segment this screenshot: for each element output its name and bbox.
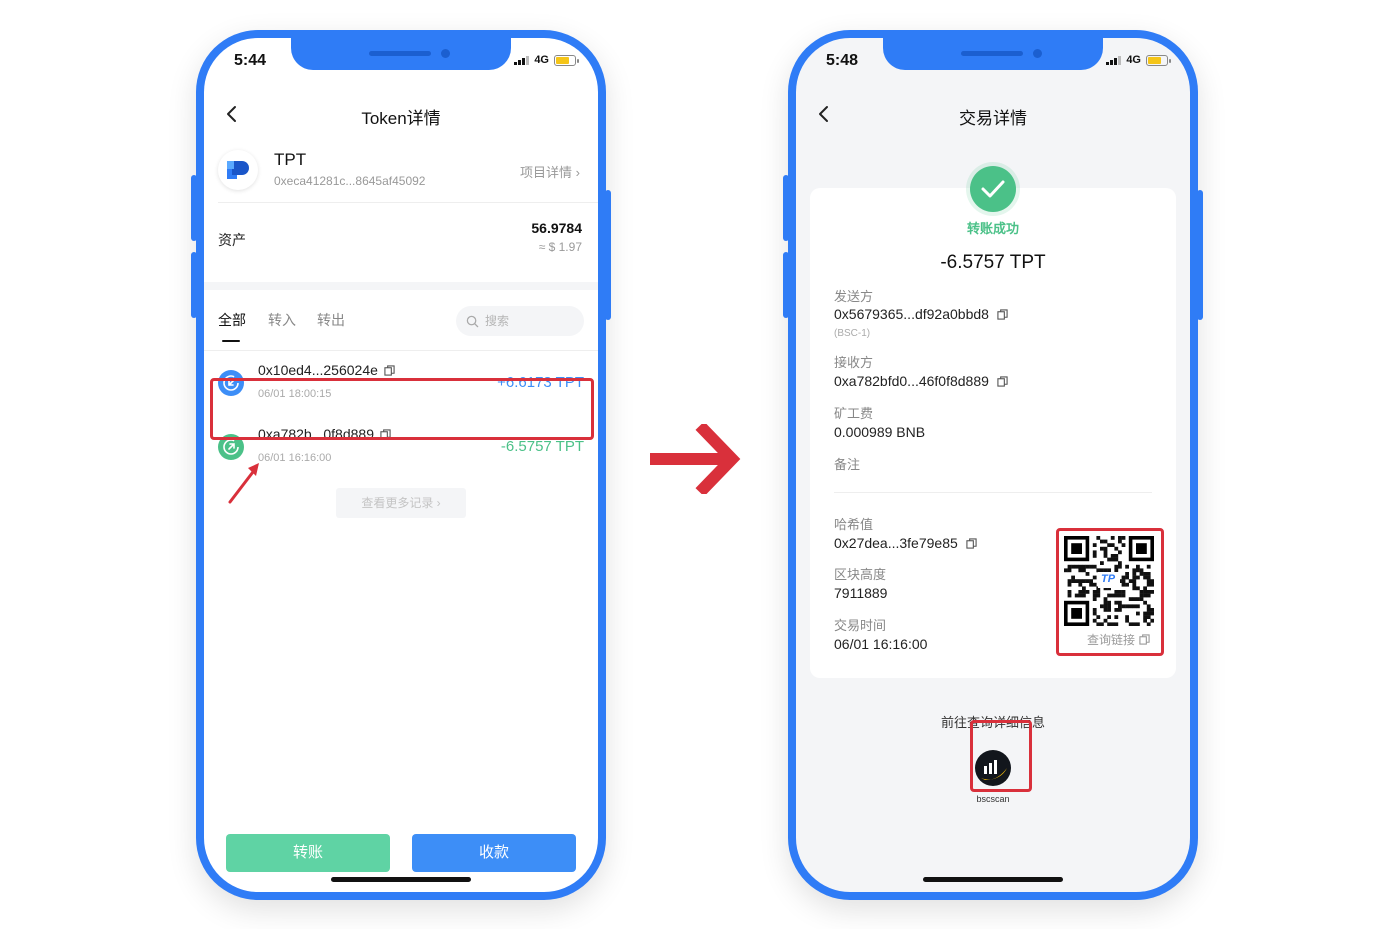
sender-network: (BSC-1) bbox=[834, 328, 871, 339]
success-check-icon bbox=[970, 166, 1016, 212]
bscscan-label: bscscan bbox=[976, 794, 1010, 804]
asset-label: 资产 bbox=[218, 232, 246, 248]
receiver-label: 接收方 bbox=[834, 355, 874, 370]
receiver-address: 0xa782bfd0...46f0f8d889 bbox=[834, 373, 1008, 389]
nav-bar: Token详情 bbox=[204, 92, 598, 136]
asset-amount: 56.9784 bbox=[531, 220, 582, 236]
action-buttons: 转账 收款 bbox=[226, 834, 576, 872]
battery-icon bbox=[1146, 54, 1171, 66]
block-height-value: 7911889 bbox=[834, 585, 888, 601]
tpt-logo-icon bbox=[218, 150, 258, 190]
right-phone-frame: 5:48 4G 交易详情 转账成功 -6.5757 TPT 发送方 0x5679… bbox=[783, 30, 1203, 900]
token-name: TPT bbox=[274, 150, 307, 169]
block-height-label: 区块高度 bbox=[834, 567, 887, 582]
hash-value-row: 0x27dea...3fe79e85 bbox=[834, 535, 977, 551]
tutorial-stage: 5:44 4G Token详情 TPT 0xeca41281c...8645af… bbox=[0, 0, 1391, 929]
tx-hash: 0x10ed4...256024e bbox=[258, 362, 378, 378]
nav-bar: 交易详情 bbox=[796, 92, 1190, 136]
hash-value: 0x27dea...3fe79e85 bbox=[834, 535, 958, 551]
signal-icon bbox=[1106, 55, 1122, 65]
token-address: 0xeca41281c...8645af45092 bbox=[274, 174, 426, 188]
transaction-row-incoming[interactable]: 0x10ed4...256024e 06/01 18:00:15 +6.6173… bbox=[204, 324, 598, 400]
memo-label: 备注 bbox=[834, 457, 861, 472]
status-time: 5:48 bbox=[826, 52, 859, 69]
project-details-link[interactable]: 项目详情 › bbox=[520, 162, 580, 181]
page-title: 交易详情 bbox=[959, 109, 1027, 128]
asset-row: 资产 56.9784 ≈ $ 1.97 bbox=[204, 208, 598, 270]
highlight-qr bbox=[1056, 528, 1164, 656]
signal-icon bbox=[514, 55, 530, 65]
copy-icon[interactable] bbox=[997, 375, 1008, 387]
right-phone-screen: 5:48 4G 交易详情 转账成功 -6.5757 TPT 发送方 0x5679… bbox=[796, 38, 1190, 892]
view-more-records-button[interactable]: 查看更多记录 › bbox=[336, 488, 466, 518]
highlight-bscscan bbox=[970, 720, 1032, 792]
tx-time: 06/01 16:16:00 bbox=[258, 452, 332, 464]
tx-time-value: 06/01 16:16:00 bbox=[834, 636, 928, 652]
asset-fiat-value: ≈ $ 1.97 bbox=[538, 240, 582, 254]
receiver-value: 0xa782bfd0...46f0f8d889 bbox=[834, 373, 989, 389]
status-text: 转账成功 bbox=[966, 221, 1019, 236]
hash-label: 哈希值 bbox=[834, 517, 874, 532]
fee-value: 0.000989 BNB bbox=[834, 424, 926, 440]
battery-icon bbox=[554, 54, 579, 66]
tx-time-label: 交易时间 bbox=[834, 618, 887, 633]
page-title: Token详情 bbox=[361, 109, 441, 128]
transaction-amount: -6.5757 TPT bbox=[940, 252, 1046, 273]
receive-button[interactable]: 收款 bbox=[412, 834, 576, 872]
tx-amount: -6.5757 TPT bbox=[500, 438, 584, 455]
highlight-outgoing-tx bbox=[210, 378, 594, 440]
fee-label: 矿工费 bbox=[834, 406, 874, 421]
sender-address: 0x5679365...df92a0bbd8 bbox=[834, 306, 1008, 322]
transfer-button[interactable]: 转账 bbox=[226, 834, 390, 872]
copy-icon[interactable] bbox=[384, 364, 395, 376]
status-time: 5:44 bbox=[234, 52, 267, 69]
left-phone-screen: 5:44 4G Token详情 TPT 0xeca41281c...8645af… bbox=[204, 38, 598, 892]
token-header: TPT 0xeca41281c...8645af45092 项目详情 › bbox=[204, 142, 598, 200]
copy-icon[interactable] bbox=[997, 308, 1008, 320]
sender-value: 0x5679365...df92a0bbd8 bbox=[834, 306, 989, 322]
next-step-arrow-icon bbox=[650, 424, 741, 494]
network-label: 4G bbox=[534, 54, 549, 66]
transaction-detail-card: 转账成功 -6.5757 TPT 发送方 0x5679365...df92a0b… bbox=[810, 166, 1176, 678]
network-label: 4G bbox=[1126, 54, 1141, 66]
copy-icon[interactable] bbox=[966, 537, 977, 549]
pointer-arrow-icon bbox=[228, 463, 259, 504]
sender-label: 发送方 bbox=[834, 289, 874, 304]
